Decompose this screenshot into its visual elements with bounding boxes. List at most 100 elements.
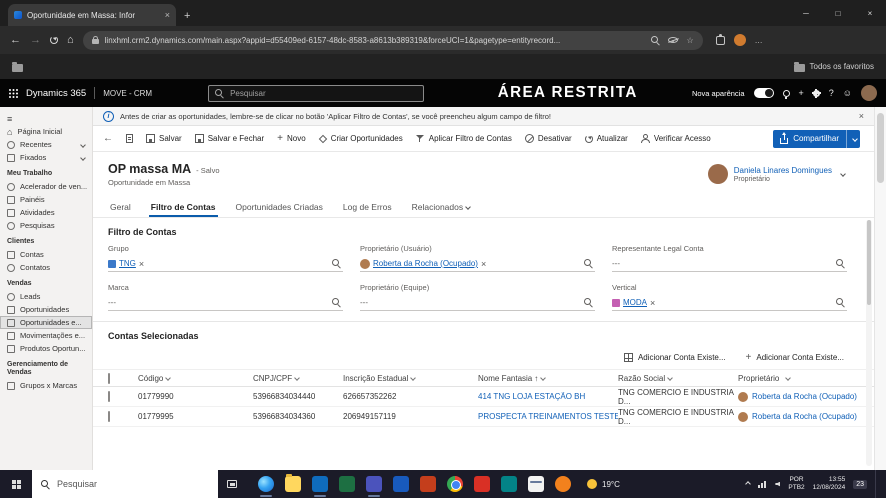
sidebar-item-leads[interactable]: Leads: [0, 290, 92, 303]
owner-name-link[interactable]: Daniela Linares Domingues: [734, 166, 832, 175]
sidebar-item-searches[interactable]: Pesquisas: [0, 219, 92, 232]
app-icon[interactable]: [501, 476, 517, 492]
sidebar-item-movements[interactable]: Movimentações e...: [0, 329, 92, 342]
lookup-search-icon[interactable]: [584, 298, 593, 307]
browser-profile-avatar[interactable]: [733, 34, 746, 46]
column-header-inscricao[interactable]: Inscrição Estadual: [343, 374, 478, 383]
row-checkbox[interactable]: [108, 391, 110, 402]
network-icon[interactable]: [758, 481, 767, 488]
close-button[interactable]: ×: [854, 0, 886, 26]
notification-count-badge[interactable]: 23: [853, 479, 867, 489]
hidden-icons-chevron[interactable]: [745, 481, 752, 487]
proprietario-equipe-lookup[interactable]: ---: [360, 295, 595, 311]
show-desktop-button[interactable]: [875, 470, 878, 498]
new-tab-button[interactable]: +: [184, 10, 190, 22]
favorite-star-icon[interactable]: ☆: [686, 36, 693, 45]
new-look-toggle[interactable]: [753, 88, 774, 98]
tab-close-icon[interactable]: ×: [165, 10, 170, 20]
minimize-button[interactable]: ─: [790, 0, 822, 26]
zoom-icon[interactable]: [651, 35, 660, 45]
file-explorer-icon[interactable]: [285, 474, 301, 492]
sidebar-item-dashboards[interactable]: Painéis: [0, 193, 92, 206]
table-row[interactable]: 01779995 53966834034360 206949157119 PRO…: [93, 407, 874, 427]
apply-account-filter-button[interactable]: Aplicar Filtro de Contas: [415, 134, 512, 143]
refresh-button[interactable]: Atualizar: [584, 134, 628, 143]
outlook-icon[interactable]: [312, 476, 328, 497]
global-search-input[interactable]: [230, 88, 391, 98]
taskbar-search[interactable]: [32, 470, 218, 498]
scrollbar-thumb[interactable]: [877, 113, 884, 183]
column-header-proprietario[interactable]: Proprietário: [738, 374, 874, 383]
grupo-lookup[interactable]: TNG ×: [108, 256, 343, 272]
address-bar[interactable]: linxhml.crm2.dynamics.com/main.aspx?appi…: [82, 30, 703, 50]
powerpoint-icon[interactable]: [420, 476, 436, 492]
lightbulb-icon[interactable]: [782, 89, 790, 99]
refresh-icon[interactable]: [50, 36, 58, 44]
extensions-icon[interactable]: [715, 34, 725, 45]
proprietario-usuario-lookup[interactable]: Roberta da Rocha (Ocupado) ×: [360, 256, 595, 272]
volume-icon[interactable]: [775, 481, 781, 487]
notification-close-icon[interactable]: ×: [859, 111, 864, 121]
lookup-search-icon[interactable]: [584, 259, 593, 268]
remove-value-icon[interactable]: ×: [650, 298, 655, 308]
back-button[interactable]: ←: [103, 133, 113, 144]
word-icon[interactable]: [393, 476, 409, 492]
remove-value-icon[interactable]: ×: [139, 259, 144, 269]
row-checkbox[interactable]: [108, 411, 110, 422]
browser-menu-icon[interactable]: …: [755, 36, 763, 45]
eye-off-icon[interactable]: [668, 37, 679, 43]
tab-oportunidades-criadas[interactable]: Oportunidades Criadas: [234, 199, 325, 217]
form-icon[interactable]: [126, 134, 133, 143]
teams-icon[interactable]: [366, 476, 382, 497]
chrome-icon[interactable]: [447, 476, 463, 492]
pdf-reader-icon[interactable]: [474, 476, 490, 492]
sidebar-item-home[interactable]: ⌂ Página Inicial: [0, 125, 92, 138]
owner-user-value-link[interactable]: Roberta da Rocha (Ocupado): [373, 259, 478, 268]
tab-filtro-de-contas[interactable]: Filtro de Contas: [148, 199, 218, 217]
global-search[interactable]: [208, 84, 425, 102]
marca-lookup[interactable]: ---: [108, 295, 343, 311]
vertical-value-link[interactable]: MODA: [623, 298, 647, 307]
cell-proprietario-link[interactable]: Roberta da Rocha (Ocupado): [752, 392, 857, 401]
taskbar-search-input[interactable]: [57, 479, 187, 489]
new-button[interactable]: + Novo: [277, 133, 306, 144]
sidebar-item-opportunity-products[interactable]: Produtos Oportun...: [0, 342, 92, 355]
table-row[interactable]: 01779990 53966834034440 626657352262 414…: [93, 387, 874, 407]
weather-widget[interactable]: 19°C: [587, 479, 620, 489]
home-icon[interactable]: ⌂: [67, 34, 74, 46]
sidebar-item-contacts[interactable]: Contatos: [0, 261, 92, 274]
column-header-nome-fantasia[interactable]: Nome Fantasia ↑: [478, 374, 618, 383]
check-access-button[interactable]: Verificar Acesso: [641, 134, 711, 143]
browser-tab[interactable]: Oportunidade em Massa: Infor ×: [8, 4, 176, 26]
grupo-value-link[interactable]: TNG: [119, 259, 136, 268]
maximize-button[interactable]: □: [822, 0, 854, 26]
feedback-icon[interactable]: ☺: [843, 88, 852, 98]
sidebar-item-activities[interactable]: Atividades: [0, 206, 92, 219]
quick-create-icon[interactable]: +: [799, 88, 804, 98]
add-existing-account-button-2[interactable]: + Adicionar Conta Existe...: [746, 352, 844, 363]
cell-nome-fantasia-link[interactable]: PROSPECTA TREINAMENTOS TESTESS: [478, 412, 618, 421]
share-split-button[interactable]: [846, 129, 860, 148]
save-button[interactable]: Salvar: [146, 134, 182, 143]
page-scrollbar[interactable]: [874, 107, 886, 470]
sidebar-item-mass-opportunities[interactable]: Oportunidades e...: [0, 316, 92, 330]
sidebar-item-recent[interactable]: Recentes: [0, 138, 92, 151]
user-avatar[interactable]: [861, 85, 877, 101]
lookup-search-icon[interactable]: [836, 259, 845, 268]
sitemap-collapse-button[interactable]: ≡: [0, 112, 92, 125]
tab-geral[interactable]: Geral: [108, 199, 133, 217]
column-header-codigo[interactable]: Código: [138, 374, 253, 383]
share-button[interactable]: Compartilhar: [773, 129, 860, 148]
forward-icon[interactable]: →: [30, 34, 41, 46]
remove-value-icon[interactable]: ×: [481, 259, 486, 269]
language-indicator[interactable]: POR PTB2: [788, 476, 804, 493]
app-name[interactable]: MOVE - CRM: [103, 89, 152, 98]
excel-icon[interactable]: [339, 476, 355, 492]
vertical-lookup[interactable]: MODA ×: [612, 295, 847, 311]
add-existing-account-button-1[interactable]: Adicionar Conta Existe...: [623, 353, 726, 362]
column-header-cnpj[interactable]: CNPJ/CPF: [253, 374, 343, 383]
select-all-checkbox[interactable]: [108, 372, 110, 384]
deactivate-button[interactable]: Desativar: [524, 134, 572, 143]
representante-lookup[interactable]: ---: [612, 256, 847, 272]
save-and-close-button[interactable]: Salvar e Fechar: [194, 134, 264, 143]
